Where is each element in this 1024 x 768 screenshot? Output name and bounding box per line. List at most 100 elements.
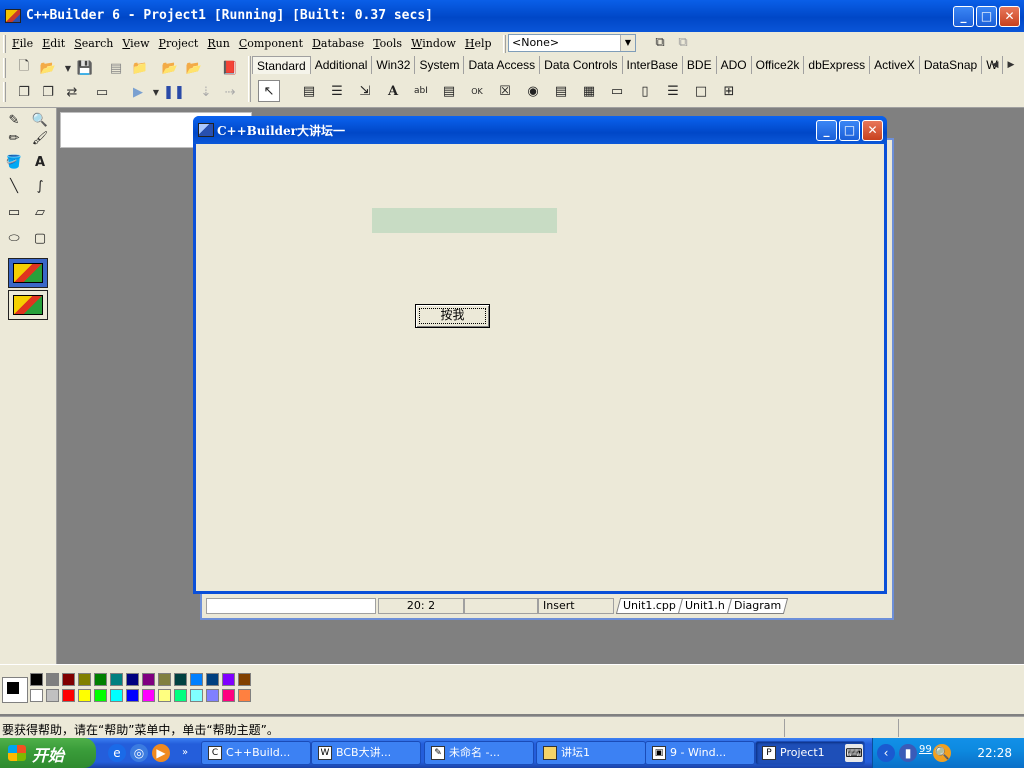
color-swatch[interactable] [174, 689, 187, 702]
panel-icon[interactable]: □ [690, 80, 712, 102]
combobox-icon[interactable]: ▦ [578, 80, 600, 102]
maximize-button[interactable]: □ [976, 6, 997, 27]
button-icon[interactable]: OK [466, 80, 488, 102]
menu-help[interactable]: Help [461, 34, 496, 54]
tab-system[interactable]: System [415, 56, 465, 74]
text-tool-icon[interactable]: A [30, 152, 50, 172]
menu-project[interactable]: Project [155, 34, 203, 54]
scroll-right-icon[interactable]: ▶ [1001, 55, 1021, 75]
color-swatch[interactable] [46, 689, 59, 702]
line-icon[interactable]: ╲ [4, 176, 24, 196]
form-minimize-button[interactable]: _ [816, 120, 837, 141]
view-unit-icon[interactable]: ❐ [14, 82, 34, 102]
color-swatch[interactable] [222, 689, 235, 702]
tab-standard[interactable]: Standard [252, 56, 311, 74]
curve-icon[interactable]: ∫ [30, 176, 50, 196]
new-file-icon[interactable]: 🗋 [14, 58, 34, 78]
minimize-button[interactable]: _ [953, 6, 974, 27]
tab-additional[interactable]: Additional [311, 56, 373, 74]
pause-icon[interactable]: ❚❚ [163, 82, 185, 102]
menu-file[interactable]: File [8, 34, 37, 54]
brush-icon[interactable]: 🖌 [30, 128, 50, 148]
add-to-project-icon[interactable]: 📂 [160, 58, 180, 78]
actionlist-icon[interactable]: ⊞ [718, 80, 740, 102]
view-form-icon[interactable]: ❐ [38, 82, 58, 102]
color-swatch[interactable] [190, 673, 203, 686]
polygon-icon[interactable]: ▱ [30, 202, 50, 222]
desktop-layout-combo[interactable]: <None> ▼ [508, 34, 636, 52]
chevron-down-icon[interactable]: ▼ [620, 35, 635, 51]
network-icon[interactable]: ▮ [899, 744, 917, 762]
color-swatch[interactable] [46, 673, 59, 686]
color-swatch[interactable] [126, 673, 139, 686]
save-all-icon[interactable]: ▤ [106, 58, 126, 78]
popup-arrow-icon[interactable]: ⇲ [354, 80, 376, 102]
pencil-icon[interactable]: ✏ [4, 128, 24, 148]
color-select-alt-icon[interactable] [8, 290, 48, 320]
tab-office2k[interactable]: Office2k [752, 56, 805, 74]
color-swatch[interactable] [206, 689, 219, 702]
search-icon[interactable]: 🔍 [933, 744, 951, 762]
save-desktop-icon[interactable]: ⧉ [650, 32, 670, 52]
task-windows-viewer[interactable]: ▣ 9 - Wind... [645, 741, 755, 765]
standard-toolbar-grip[interactable] [3, 58, 6, 78]
open-project-icon[interactable]: 📁 [130, 58, 150, 78]
open-folder-icon[interactable]: 📂 [38, 58, 58, 78]
tab-win32[interactable]: Win32 [372, 56, 416, 74]
groupbox-icon[interactable]: ▯ [634, 80, 656, 102]
menu-search[interactable]: Search [70, 34, 117, 54]
color-swatch[interactable] [126, 689, 139, 702]
view-toolbar-grip[interactable] [3, 82, 6, 102]
tab-data-access[interactable]: Data Access [464, 56, 541, 74]
color-swatch[interactable] [78, 673, 91, 686]
save-icon[interactable]: 💾 [75, 58, 95, 78]
listbox-icon[interactable]: ▤ [550, 80, 572, 102]
color-swatch[interactable] [110, 689, 123, 702]
color-swatch[interactable] [238, 689, 251, 702]
color-swatch[interactable] [142, 689, 155, 702]
tab-datasnap[interactable]: DataSnap [920, 56, 983, 74]
step-over-icon[interactable]: ⇢ [220, 82, 240, 102]
color-swatch[interactable] [142, 673, 155, 686]
color-swatch[interactable] [158, 673, 171, 686]
task-lecture-folder[interactable]: 讲坛1 [536, 741, 646, 765]
color-swatch[interactable] [62, 689, 75, 702]
color-swatch[interactable] [94, 689, 107, 702]
tab-activex[interactable]: ActiveX [870, 56, 920, 74]
edit-icon[interactable]: abI [410, 80, 432, 102]
quicklaunch-more-icon[interactable]: » [176, 744, 194, 762]
help-book-icon[interactable]: 📕 [220, 58, 240, 78]
toggle-form-unit-icon[interactable]: ⇄ [62, 82, 82, 102]
tab-dbexpress[interactable]: dbExpress [804, 56, 871, 74]
task-untitled-paint[interactable]: ✎ 未命名 -... [424, 741, 534, 765]
form-maximize-button[interactable]: □ [839, 120, 860, 141]
radiogroup-icon[interactable]: ☰ [662, 80, 684, 102]
color-swatch[interactable] [238, 673, 251, 686]
menu-run[interactable]: Run [203, 34, 233, 54]
tab-bde[interactable]: BDE [683, 56, 717, 74]
color-swatch[interactable] [30, 673, 43, 686]
rounded-rect-icon[interactable]: ▢ [30, 228, 50, 248]
menu-tools[interactable]: Tools [369, 34, 406, 54]
menu-window[interactable]: Window [407, 34, 460, 54]
remove-from-project-icon[interactable]: 📂 [184, 58, 204, 78]
zoom-icon[interactable]: 🔍 [30, 110, 50, 130]
menu-view[interactable]: View [118, 34, 153, 54]
new-form-icon[interactable]: ▭ [92, 82, 112, 102]
color-swatch[interactable] [62, 673, 75, 686]
color-swatch[interactable] [110, 673, 123, 686]
fg-bg-color-indicator[interactable] [2, 677, 28, 703]
menu-database[interactable]: Database [308, 34, 368, 54]
menubar-grip[interactable] [3, 35, 6, 53]
color-swatch[interactable] [78, 689, 91, 702]
radiobutton-icon[interactable]: ◉ [522, 80, 544, 102]
eyedropper-icon[interactable]: ✎ [4, 110, 24, 130]
tab-data-controls[interactable]: Data Controls [540, 56, 623, 74]
label-icon[interactable]: A [382, 80, 404, 102]
mainmenu-icon[interactable]: ▤ [298, 80, 320, 102]
ie-icon[interactable]: e [108, 744, 126, 762]
task-bcb-lecture[interactable]: W BCB大讲... [311, 741, 421, 765]
menu-edit[interactable]: Edit [38, 34, 69, 54]
rectangle-icon[interactable]: ▭ [4, 202, 24, 222]
tab-interbase[interactable]: InterBase [623, 56, 683, 74]
